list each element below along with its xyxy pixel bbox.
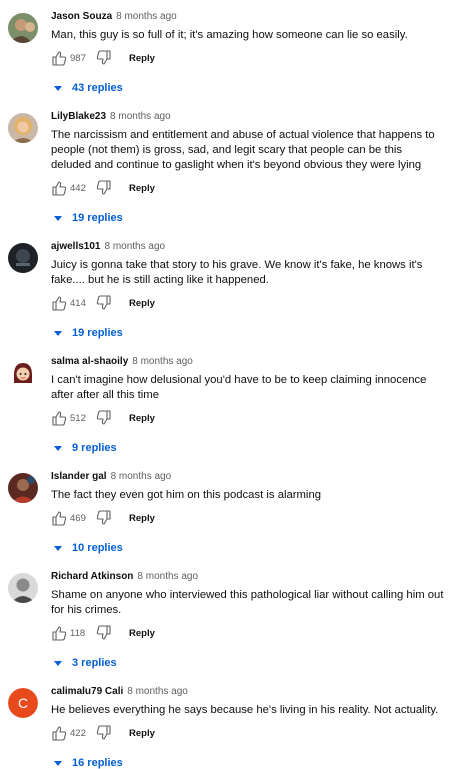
replies-count: 19 replies (72, 212, 123, 224)
comment-text: Shame on anyone who interviewed this pat… (51, 589, 444, 616)
like-count: 442 (70, 182, 86, 194)
thumbs-up-icon[interactable] (51, 725, 67, 741)
comment-author[interactable]: ajwells101 (51, 241, 100, 252)
thumbs-up-icon[interactable] (51, 295, 67, 311)
thumbs-down-icon[interactable] (96, 510, 112, 526)
caret-down-icon (54, 760, 62, 766)
thumbs-up-icon[interactable] (51, 50, 67, 66)
avatar[interactable] (8, 13, 38, 43)
thumbs-up-icon[interactable] (51, 180, 67, 196)
like-count: 118 (70, 627, 86, 639)
comment-actions: 442 Reply (51, 180, 445, 196)
thumbs-up-icon[interactable] (51, 625, 67, 641)
comment-meta: LilyBlake23 8 months ago (51, 110, 445, 123)
view-replies-button[interactable]: 19 replies (54, 327, 445, 339)
reply-button[interactable]: Reply (129, 513, 155, 524)
comment-author[interactable]: LilyBlake23 (51, 111, 106, 122)
comment-body: Islander gal 8 months ago The fact they e… (51, 470, 445, 554)
avatar[interactable] (8, 473, 38, 503)
thumbs-up-icon[interactable] (51, 510, 67, 526)
view-replies-button[interactable]: 3 replies (54, 657, 445, 669)
view-replies-button[interactable]: 9 replies (54, 442, 445, 454)
thumbs-down-icon[interactable] (96, 625, 112, 641)
comment-body: ajwells101 8 months ago Juicy is gonna ta… (51, 240, 445, 339)
comment-text: The fact they even got him on this podca… (51, 489, 322, 501)
comment-meta: Richard Atkinson 8 months ago (51, 570, 445, 583)
caret-down-icon (54, 330, 62, 336)
caret-down-icon (54, 215, 62, 221)
comment-body: LilyBlake23 8 months ago The narcissism a… (51, 110, 445, 224)
view-replies-button[interactable]: 16 replies (54, 757, 445, 769)
replies-count: 3 replies (72, 657, 117, 669)
comment-body: salma al-shaoily 8 months ago I can't ima… (51, 355, 445, 454)
comment-author[interactable]: calimalu79 Cali (51, 686, 123, 697)
comment-text: I can't imagine how delusional you'd hav… (51, 374, 427, 401)
comment-time[interactable]: 8 months ago (127, 686, 188, 697)
comment-time[interactable]: 8 months ago (116, 11, 177, 22)
avatar[interactable] (8, 358, 38, 388)
reply-button[interactable]: Reply (129, 53, 155, 64)
thumbs-down-icon[interactable] (96, 725, 112, 741)
comment-text: Man, this guy is so full of it; it's ama… (51, 29, 408, 41)
avatar[interactable] (8, 243, 38, 273)
comment-actions: 414 Reply (51, 295, 445, 311)
like-count: 469 (70, 512, 86, 524)
comment-author[interactable]: Islander gal (51, 471, 107, 482)
replies-count: 16 replies (72, 757, 123, 769)
avatar[interactable] (8, 113, 38, 143)
view-replies-button[interactable]: 43 replies (54, 82, 445, 94)
comment-actions: 118 Reply (51, 625, 445, 641)
thumbs-down-icon[interactable] (96, 180, 112, 196)
reply-button[interactable]: Reply (129, 628, 155, 639)
avatar[interactable] (8, 573, 38, 603)
comment-text: The narcissism and entitlement and abuse… (51, 129, 435, 171)
thumbs-down-icon[interactable] (96, 295, 112, 311)
comment-author[interactable]: Richard Atkinson (51, 571, 133, 582)
comment-body: Richard Atkinson 8 months ago Shame on an… (51, 570, 445, 669)
comment-time[interactable]: 8 months ago (104, 241, 165, 252)
thumbs-down-icon[interactable] (96, 410, 112, 426)
avatar[interactable]: C (8, 688, 38, 718)
comment-meta: ajwells101 8 months ago (51, 240, 445, 253)
view-replies-button[interactable]: 19 replies (54, 212, 445, 224)
comment-body: Jason Souza 8 months ago Man, this guy is… (51, 10, 445, 94)
comment-author[interactable]: salma al-shaoily (51, 356, 128, 367)
replies-count: 43 replies (72, 82, 123, 94)
comment-meta: Islander gal 8 months ago (51, 470, 445, 483)
caret-down-icon (54, 445, 62, 451)
comment-actions: 469 Reply (51, 510, 445, 526)
avatar-letter: C (18, 695, 28, 711)
comment-author[interactable]: Jason Souza (51, 11, 112, 22)
comment-actions: 422 Reply (51, 725, 445, 741)
caret-down-icon (54, 85, 62, 91)
like-count: 987 (70, 52, 86, 64)
comment-time[interactable]: 8 months ago (110, 111, 171, 122)
replies-count: 19 replies (72, 327, 123, 339)
comment-meta: salma al-shaoily 8 months ago (51, 355, 445, 368)
comment-time[interactable]: 8 months ago (137, 571, 198, 582)
comment-actions: 512 Reply (51, 410, 445, 426)
caret-down-icon (54, 660, 62, 666)
caret-down-icon (54, 545, 62, 551)
comment-actions: 987 Reply (51, 50, 445, 66)
reply-button[interactable]: Reply (129, 183, 155, 194)
comment-meta: Jason Souza 8 months ago (51, 10, 445, 23)
reply-button[interactable]: Reply (129, 298, 155, 309)
replies-count: 10 replies (72, 542, 123, 554)
comment-meta: calimalu79 Cali 8 months ago (51, 685, 445, 698)
comment-time[interactable]: 8 months ago (132, 356, 193, 367)
comment-body: calimalu79 Cali 8 months ago He believes … (51, 685, 445, 769)
like-count: 422 (70, 727, 86, 739)
reply-button[interactable]: Reply (129, 413, 155, 424)
like-count: 414 (70, 297, 86, 309)
like-count: 512 (70, 412, 86, 424)
replies-count: 9 replies (72, 442, 117, 454)
comment-text: Juicy is gonna take that story to his gr… (51, 259, 423, 286)
reply-button[interactable]: Reply (129, 728, 155, 739)
thumbs-down-icon[interactable] (96, 50, 112, 66)
view-replies-button[interactable]: 10 replies (54, 542, 445, 554)
comment-text: He believes everything he says because h… (51, 704, 439, 716)
thumbs-up-icon[interactable] (51, 410, 67, 426)
comment-time[interactable]: 8 months ago (111, 471, 172, 482)
